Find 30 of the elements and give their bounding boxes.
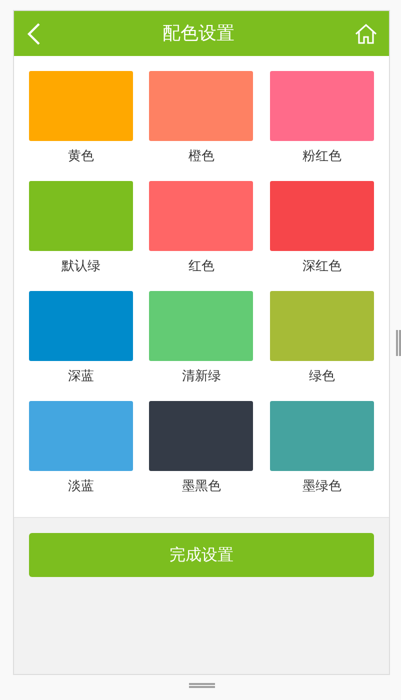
home-icon[interactable] [355,24,377,44]
swatch-label: 墨绿色 [302,478,342,496]
swatch-label: 默认绿 [62,258,101,276]
color-swatch[interactable] [270,401,374,471]
color-swatch[interactable] [29,291,134,361]
swatch-label: 深蓝 [68,368,94,386]
swatch-label: 淡蓝 [68,478,94,496]
swatch-label: 黄色 [68,148,94,166]
color-swatch[interactable] [149,181,254,251]
swatch-label: 粉红色 [302,148,342,166]
color-swatch[interactable] [270,181,374,251]
swatch-label: 墨黑色 [182,478,221,496]
color-swatch[interactable] [270,291,374,361]
swatch-label: 红色 [188,258,214,276]
finish-button[interactable]: 完成设置 [29,533,374,577]
swatch-label: 清新绿 [182,368,221,386]
swatch-label: 绿色 [308,368,335,386]
color-swatch[interactable] [149,401,254,471]
color-swatch[interactable] [29,401,134,471]
color-swatch[interactable] [149,71,254,141]
color-swatch[interactable] [29,71,134,141]
swatch-label: 橙色 [188,148,214,166]
color-swatch[interactable] [270,71,374,141]
page-title: 配色设置 [162,22,234,46]
color-swatch[interactable] [149,291,254,361]
side-handle-icon[interactable] [396,330,401,356]
swatch-label: 深红色 [302,258,342,276]
color-swatch[interactable] [29,181,134,251]
back-icon[interactable] [26,22,42,46]
drag-handle-icon[interactable] [189,683,215,688]
